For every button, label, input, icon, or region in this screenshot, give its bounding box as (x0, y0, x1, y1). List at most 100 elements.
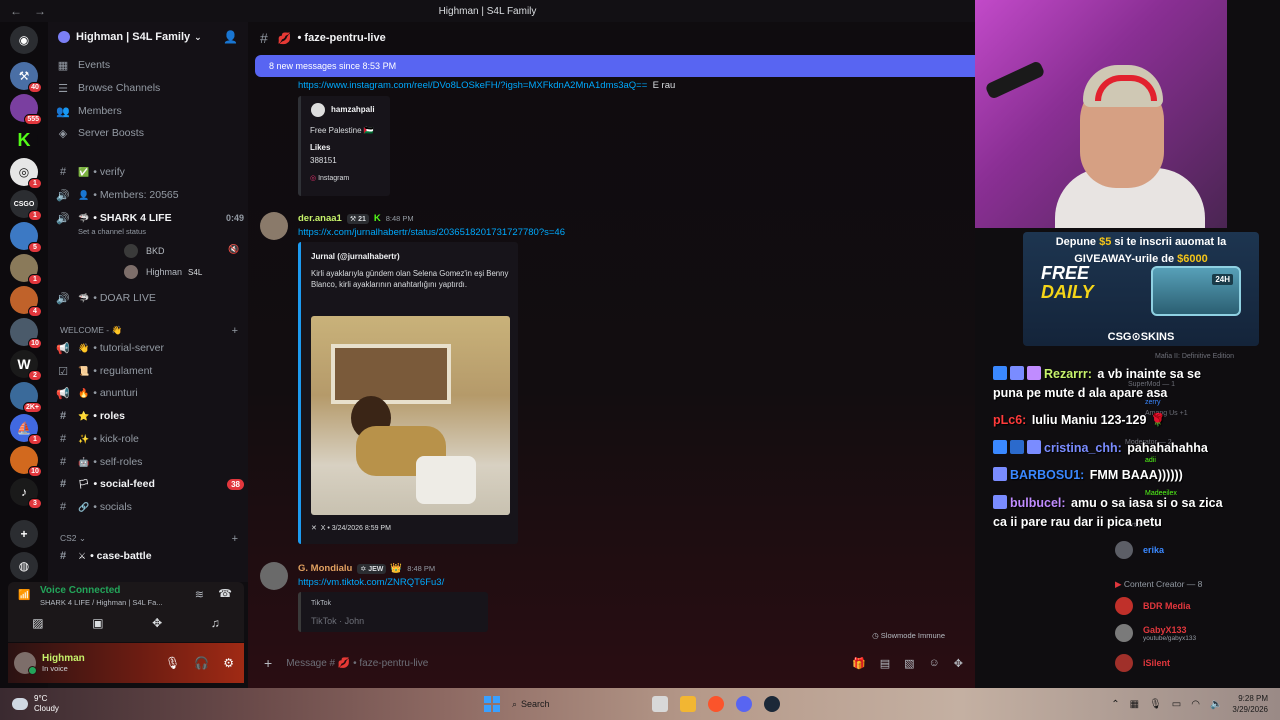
case-label: 24H (1212, 274, 1233, 285)
message-link[interactable]: https://www.instagram.com/reel/DVo8LOSke… (298, 80, 647, 91)
embed-author[interactable]: Jurnal (@jurnalhabertr) (311, 252, 400, 261)
add-attachment-icon[interactable]: + (264, 655, 272, 671)
channel-verify[interactable]: # ✅ • verify (56, 162, 244, 182)
soundboard-icon[interactable]: ♫ (211, 616, 220, 630)
category-cs2[interactable]: CS2 ⌄ + (60, 533, 246, 545)
volume-icon[interactable]: 🔈 (1210, 699, 1222, 710)
discord-home-icon[interactable]: ◉ (10, 26, 38, 54)
server-icon[interactable]: ◎ 1 (10, 158, 42, 189)
stream-overlay: Depune $5 si te inscrii auomat la GIVEAW… (975, 0, 1280, 688)
member-item[interactable]: erika (1115, 541, 1164, 559)
avatar[interactable] (260, 562, 288, 590)
file-explorer-icon[interactable] (679, 696, 696, 712)
member-item[interactable]: iSilent (1115, 654, 1170, 672)
chat-message: amu o sa iasa si o sa zica (1071, 496, 1223, 510)
brave-browser-icon[interactable] (707, 696, 724, 712)
member-name: GabyX133 (1143, 624, 1187, 635)
member-item[interactable]: GabyX133 youtube/gabyx133 (1115, 624, 1196, 642)
weather-widget[interactable]: 9°C Cloudy (12, 694, 59, 714)
message-link[interactable]: https://vm.tiktok.com/ZNRQT6Fu3/ (298, 577, 444, 588)
task-view-icon[interactable] (651, 696, 668, 712)
channel-roles[interactable]: # ⭐ • roles (56, 406, 244, 426)
channel-socials[interactable]: # 🔗 • socials (56, 497, 244, 517)
gif-icon[interactable]: ▤ (880, 657, 890, 670)
taskbar-search[interactable]: ⌕ Search (512, 699, 550, 710)
steam-icon[interactable] (763, 696, 780, 712)
screen-share-icon[interactable]: ▣ (92, 616, 103, 630)
sidebar-item-boosts[interactable]: ◈ Server Boosts (56, 123, 244, 143)
channel-case-battle[interactable]: # ⚔ • case-battle (56, 546, 244, 566)
add-server-icon[interactable]: + (10, 520, 38, 548)
server-icon[interactable]: ⚒ 40 (10, 62, 42, 93)
server-icon[interactable]: ♪ 3 (10, 478, 42, 509)
display-icon[interactable]: ▭ (1172, 699, 1181, 710)
new-messages-bar[interactable]: 8 new messages since 8:53 PM (255, 55, 975, 77)
channel-members-count[interactable]: 🔊 👤 • Members: 20565 (56, 185, 244, 205)
voice-user[interactable]: BKD (124, 242, 165, 260)
server-icon[interactable]: 10 (10, 446, 42, 477)
embed-title[interactable]: TikTok · John (311, 616, 364, 626)
noise-suppression-icon[interactable]: ≋ (195, 588, 204, 601)
embed-author[interactable]: hamzahpali (331, 105, 375, 114)
server-icon[interactable]: 555 (10, 94, 42, 125)
server-header[interactable]: Highman | S4L Family ⌄ 👤 (48, 22, 248, 52)
gift-icon[interactable]: 🎁 (852, 657, 866, 670)
vip-badge-icon (993, 495, 1007, 509)
windows-start-icon[interactable] (484, 696, 500, 712)
settings-gear-icon[interactable]: ⚙ (223, 656, 234, 670)
headphones-icon[interactable]: 🎧 (194, 656, 209, 670)
sticker-icon[interactable]: ▧ (904, 657, 914, 670)
hash-icon: # (59, 166, 67, 178)
avatar[interactable] (260, 212, 288, 240)
voice-location[interactable]: SHARK 4 LIFE / Highman | S4L Fa... (40, 598, 163, 607)
chevron-up-icon[interactable]: ⌃ (1111, 699, 1119, 710)
category-welcome[interactable]: WELCOME - 👋 + (60, 325, 246, 337)
server-icon[interactable]: CSGO 1 (10, 190, 42, 221)
server-icon[interactable]: W2 (10, 350, 42, 381)
wifi-icon[interactable]: ◠ (1191, 699, 1200, 710)
channel-self-roles[interactable]: # 🤖 • self-roles (56, 452, 244, 472)
server-icon[interactable]: 1 (10, 254, 42, 285)
user-tag-text: JEW (368, 565, 384, 573)
channel-status[interactable]: Set a channel status (78, 227, 146, 236)
sidebar-item-members[interactable]: 👥 Members (56, 101, 244, 121)
channel-kick-role[interactable]: # ✨ • kick-role (56, 429, 244, 449)
voice-channel-doar-live[interactable]: 🔊 🦈 • DOAR LIVE (56, 288, 244, 308)
clock[interactable]: 9:28 PM 3/29/2026 (1232, 693, 1268, 715)
message-link[interactable]: https://x.com/jurnalhabertr/status/20365… (298, 227, 565, 238)
network-icon[interactable]: ▦ (1130, 699, 1139, 710)
kick-server-icon[interactable]: K (10, 126, 38, 154)
microphone-icon[interactable]: 🎙 (165, 656, 180, 670)
sidebar-item-browse[interactable]: ☰ Browse Channels (56, 78, 244, 98)
member-item[interactable]: BDR Media (1115, 597, 1191, 615)
channel-tutorial-server[interactable]: 📢 👋 • tutorial-server (56, 338, 244, 358)
message-author[interactable]: der.anaa1 (298, 213, 342, 224)
add-channel-icon[interactable]: + (232, 325, 238, 337)
apps-icon[interactable]: ✥ (954, 657, 963, 670)
ad-amount: $6000 (1177, 253, 1208, 265)
discover-icon[interactable]: ◍ (10, 552, 38, 580)
disconnect-icon[interactable]: ☎ (218, 587, 232, 600)
activities-icon[interactable]: ✥ (152, 616, 162, 630)
server-icon[interactable]: 10 (10, 318, 42, 349)
emoji-icon[interactable]: ☺ (929, 657, 940, 670)
server-icon[interactable]: 5 (10, 222, 42, 253)
camera-off-icon[interactable]: ▨ (32, 616, 43, 630)
avatar[interactable] (14, 652, 37, 675)
channel-regulament[interactable]: ☑ 📜 • regulament (56, 361, 244, 381)
voice-channel-shark[interactable]: 🔊 🦈 • SHARK 4 LIFE 0:49 (56, 208, 244, 228)
voice-user[interactable]: Highman S4L (124, 263, 202, 281)
add-channel-icon[interactable]: + (232, 533, 238, 545)
message-author[interactable]: G. Mondialu (298, 563, 352, 574)
channel-social-feed[interactable]: # 🏳 • social-feed 38 (56, 474, 244, 494)
message-input[interactable]: + Message # 💋 • faze-pentru-live 🎁 ▤ ▧ ☺… (256, 645, 967, 681)
add-member-icon[interactable]: 👤 (223, 30, 238, 44)
server-icon[interactable]: 2K+ (10, 382, 42, 413)
channel-anunturi[interactable]: 📢 🔥 • anunturi (56, 383, 244, 403)
embed-image[interactable] (311, 316, 510, 515)
discord-taskbar-icon[interactable] (735, 696, 752, 712)
server-icon[interactable]: ⛵ 1 (10, 414, 42, 445)
mic-tray-icon[interactable]: 🎙 (1149, 699, 1162, 710)
sidebar-item-events[interactable]: ▦ Events (56, 55, 244, 75)
server-icon[interactable]: 4 (10, 286, 42, 317)
